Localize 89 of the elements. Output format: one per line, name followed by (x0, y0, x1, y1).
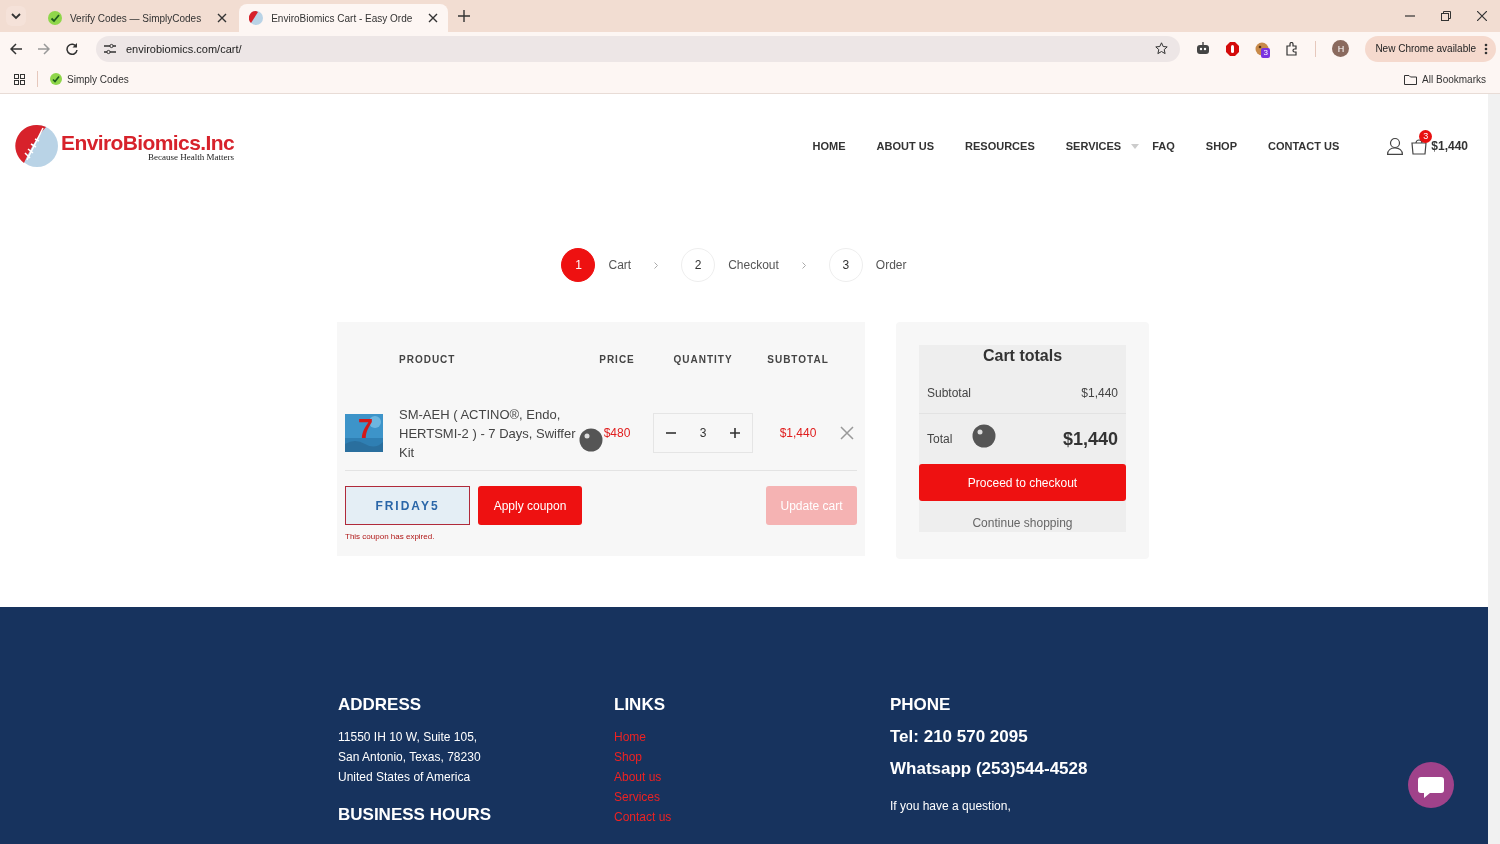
step-number: 3 (828, 248, 863, 282)
user-icon[interactable] (1387, 137, 1404, 155)
back-icon[interactable] (10, 42, 22, 55)
robot-icon[interactable] (1196, 42, 1211, 55)
step-label: Cart (608, 258, 632, 272)
restore-icon[interactable] (1441, 11, 1451, 21)
footer-text: If you have a question, (890, 799, 1012, 813)
logo-name: EnviroBiomics.Inc (61, 130, 235, 154)
nav-link[interactable]: RESOURCES (965, 140, 1035, 152)
new-tab-icon[interactable] (458, 10, 471, 22)
phone-number: Whatsapp (253)544-4528 (890, 759, 1089, 779)
column-header: PRICE (598, 353, 636, 365)
coupon-field[interactable]: FRIDAY5 (345, 486, 470, 525)
close-icon[interactable] (428, 13, 439, 23)
footer-heading: BUSINESS HOURS (338, 805, 493, 825)
stop-hand-icon[interactable] (1226, 41, 1240, 56)
quantity-stepper[interactable]: 3 (652, 413, 754, 453)
chat-icon[interactable] (1408, 762, 1454, 808)
dropdown-caret-icon (1131, 143, 1140, 149)
subtotal-value: $1,440 (1081, 386, 1118, 400)
apps-grid-icon[interactable] (14, 73, 25, 85)
all-bookmarks-link[interactable]: All Bookmarks (1404, 73, 1486, 85)
product-name[interactable]: SM-AEH ( ACTINO®, Endo, HERTSMI-2 ) - 7 Days, Swiffer Kit (399, 404, 587, 462)
column-header: QUANTITY (672, 353, 734, 365)
coupon-error: This coupon has expired. (345, 532, 436, 541)
cart-total[interactable]: $1,440 (1431, 139, 1468, 153)
loading-dot-icon (579, 428, 603, 452)
extensions-icon[interactable] (1285, 41, 1300, 56)
total-label: Total (927, 432, 953, 446)
nav-link[interactable]: CONTACT US (1268, 140, 1340, 152)
browser-tab[interactable]: EnviroBiomics Cart - Easy Orde (239, 4, 449, 32)
bookmark-star-icon[interactable] (1155, 42, 1169, 55)
footer-heading: ADDRESS (338, 695, 423, 715)
forward-icon[interactable] (38, 42, 50, 55)
footer-heading: LINKS (614, 695, 666, 715)
address-bar[interactable]: envirobiomics.com/cart/ (96, 35, 1181, 62)
update-button[interactable]: New Chrome available (1365, 35, 1496, 62)
extension-badge: 3 (1261, 47, 1270, 58)
chevron-right-icon (654, 261, 659, 269)
line-subtotal: $1,440 (778, 426, 818, 440)
tab-list-icon[interactable] (6, 6, 26, 26)
address-line: San Antonio, Texas, 78230 (338, 749, 482, 766)
dna-globe-icon (15, 122, 59, 170)
favicon-icon (48, 11, 62, 25)
subtotal-label: Subtotal (927, 386, 972, 400)
column-header: SUBTOTAL (766, 353, 830, 365)
check-badge-icon (50, 73, 62, 85)
chevron-right-icon (801, 261, 806, 269)
step-number: 2 (681, 248, 716, 282)
phone-number: Tel: 210 570 2095 (890, 727, 1029, 747)
column-header: PRODUCT (399, 353, 457, 365)
quantity-value: 3 (699, 426, 707, 440)
more-icon (1484, 42, 1488, 55)
proceed-to-checkout-button[interactable]: Proceed to checkout (919, 464, 1126, 501)
nav-link[interactable]: SHOP (1205, 140, 1237, 152)
cart-totals-title: Cart totals (981, 346, 1064, 366)
step-label: Order (875, 258, 907, 272)
address-line: 11550 IH 10 W, Suite 105, (338, 729, 479, 746)
loading-dot-icon (972, 424, 997, 448)
continue-shopping-link[interactable]: Continue shopping (919, 501, 1126, 532)
bookmark-link[interactable]: Simply Codes (50, 73, 129, 85)
nav-link[interactable]: ABOUT US (876, 140, 935, 152)
tab-title: EnviroBiomics Cart - Easy Orde (271, 12, 413, 24)
footer-heading: PHONE (890, 695, 952, 715)
logo-tagline: Because Health Matters (148, 151, 235, 162)
cart-count-badge: 3 (1419, 129, 1433, 143)
shopping-bag-icon[interactable] (1411, 137, 1428, 155)
browser-tab[interactable]: Verify Codes — SimplyCodes (38, 4, 238, 32)
favicon-icon (249, 11, 264, 25)
profile-avatar[interactable]: H (1332, 40, 1350, 57)
nav-link[interactable]: HOME (812, 140, 846, 152)
site-settings-icon[interactable] (104, 42, 116, 55)
tab-title: Verify Codes — SimplyCodes (70, 12, 202, 24)
thumbnail-number: 7 (358, 414, 374, 445)
apply-coupon-button[interactable]: Apply coupon (478, 486, 582, 525)
reload-icon[interactable] (66, 42, 78, 55)
total-value: $1,440 (1062, 428, 1118, 450)
step-label: Checkout (728, 258, 779, 272)
close-icon[interactable] (1477, 11, 1487, 21)
address-line: United States of America (338, 769, 472, 786)
nav-link[interactable]: FAQ (1152, 140, 1175, 152)
price: $480 (603, 426, 631, 440)
nav-link[interactable]: SERVICES (1065, 140, 1140, 152)
remove-icon[interactable] (840, 426, 854, 440)
close-icon[interactable] (217, 13, 228, 23)
url-text: envirobiomics.com/cart/ (126, 42, 243, 55)
plus-icon[interactable] (730, 428, 741, 438)
folder-icon (1404, 73, 1418, 85)
step-number: 1 (561, 248, 596, 282)
